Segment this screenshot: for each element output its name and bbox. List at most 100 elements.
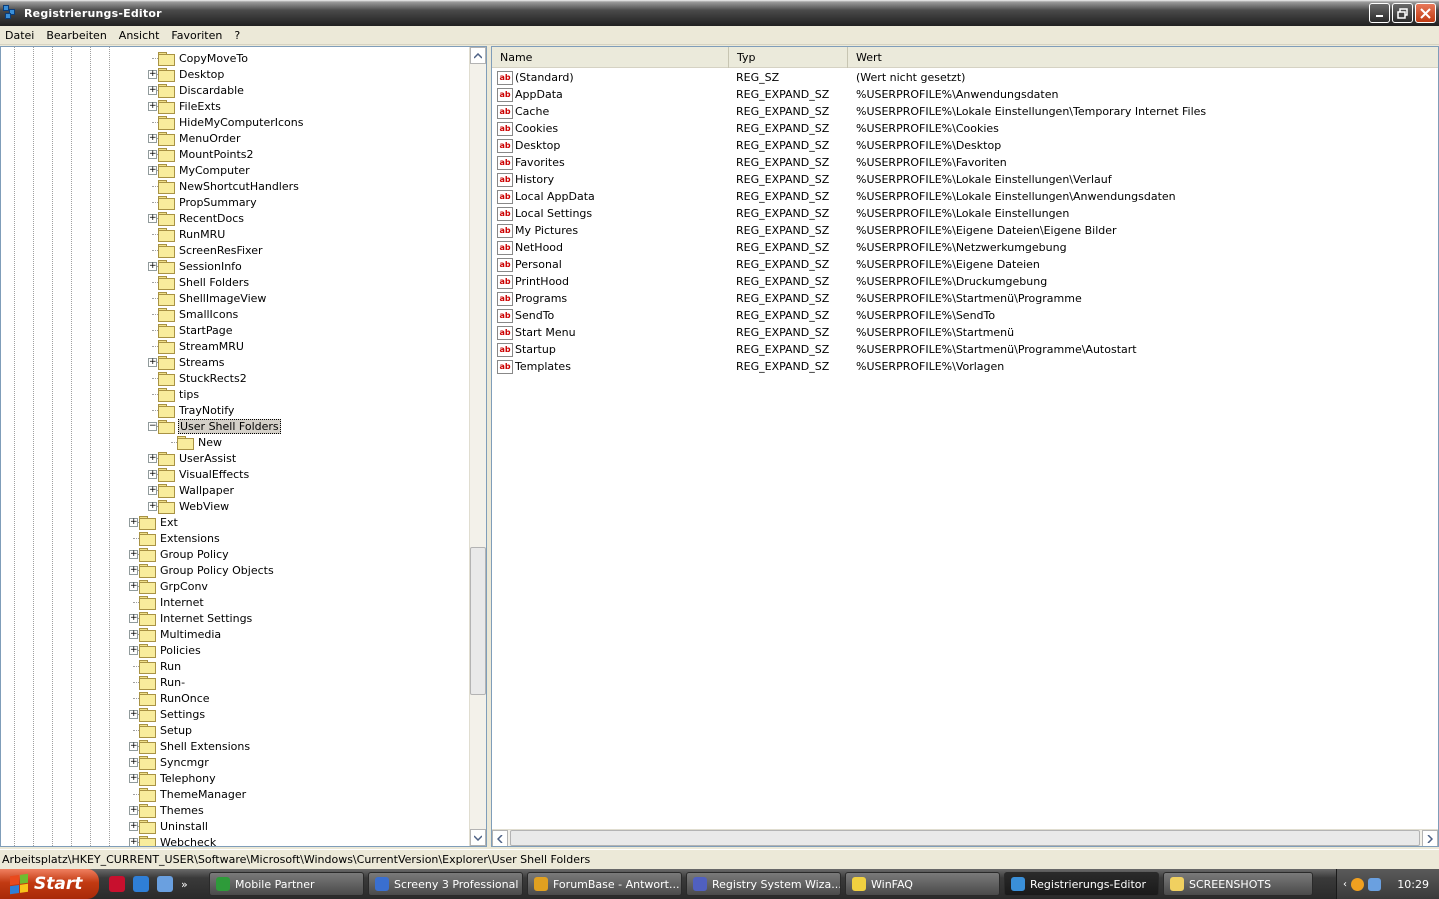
tree-item[interactable]: Webcheck — [139, 834, 217, 846]
tree-item[interactable]: MountPoints2 — [158, 146, 255, 162]
expand-icon[interactable]: + — [148, 262, 157, 271]
minimize-button[interactable] — [1369, 3, 1390, 23]
value-row[interactable]: ab (Standard) REG_SZ (Wert nicht gesetzt) — [492, 69, 965, 86]
tree-item[interactable]: Internet Settings — [139, 610, 253, 626]
tree-item[interactable]: MenuOrder — [158, 130, 241, 146]
value-row[interactable]: ab My Pictures REG_EXPAND_SZ %USERPROFILE%\… — [492, 222, 1117, 239]
tree-item[interactable]: Setup — [139, 722, 193, 738]
scroll-right-button[interactable] — [1422, 830, 1438, 846]
tray-app-icon[interactable] — [1351, 877, 1364, 891]
tree-item[interactable]: VisualEffects — [158, 466, 250, 482]
expand-icon[interactable]: + — [148, 214, 157, 223]
expand-icon[interactable]: + — [129, 630, 138, 639]
expand-icon[interactable]: + — [148, 358, 157, 367]
taskbar-button[interactable]: Screeny 3 Professional — [368, 872, 523, 896]
taskbar-button[interactable]: WinFAQ — [845, 872, 1000, 896]
value-row[interactable]: ab Local AppData REG_EXPAND_SZ %USERPROFILE… — [492, 188, 1176, 205]
tree-item[interactable]: StreamMRU — [158, 338, 245, 354]
column-header-name[interactable]: Name — [492, 47, 729, 68]
value-row[interactable]: ab PrintHood REG_EXPAND_SZ %USERPROFILE%\Dr… — [492, 273, 1047, 290]
scroll-left-button[interactable] — [492, 830, 508, 846]
tree-item[interactable]: Uninstall — [139, 818, 209, 834]
column-header-type[interactable]: Typ — [729, 47, 848, 68]
network-icon[interactable] — [157, 876, 173, 892]
scroll-down-button[interactable] — [470, 829, 486, 846]
expand-icon[interactable]: + — [129, 646, 138, 655]
expand-icon[interactable]: + — [129, 566, 138, 575]
value-row[interactable]: ab Start Menu REG_EXPAND_SZ %USERPROFILE%\S… — [492, 324, 1014, 341]
tree-item[interactable]: SmallIcons — [158, 306, 239, 322]
value-row[interactable]: ab SendTo REG_EXPAND_SZ %USERPROFILE%\SendT… — [492, 307, 995, 324]
expand-icon[interactable]: + — [129, 710, 138, 719]
expand-icon[interactable]: + — [148, 134, 157, 143]
value-row[interactable]: ab History REG_EXPAND_SZ %USERPROFILE%\Loka… — [492, 171, 1112, 188]
tree-item[interactable]: RunMRU — [158, 226, 226, 242]
value-row[interactable]: ab Programs REG_EXPAND_SZ %USERPROFILE%\Sta… — [492, 290, 1082, 307]
tree-item[interactable]: Streams — [158, 354, 226, 370]
value-row[interactable]: ab Startup REG_EXPAND_SZ %USERPROFILE%\Star… — [492, 341, 1137, 358]
expand-icon[interactable]: + — [148, 502, 157, 511]
expand-icon[interactable]: + — [148, 454, 157, 463]
tree-item[interactable]: GrpConv — [139, 578, 209, 594]
menu-bearbeiten[interactable]: Bearbeiten — [46, 29, 106, 42]
expand-icon[interactable]: + — [148, 486, 157, 495]
expand-icon[interactable]: + — [129, 806, 138, 815]
expand-icon[interactable]: + — [129, 742, 138, 751]
ie-icon[interactable] — [133, 876, 149, 892]
expand-icon[interactable]: + — [129, 774, 138, 783]
taskbar-button[interactable]: Registry System Wiza... — [686, 872, 841, 896]
expand-icon[interactable]: + — [148, 470, 157, 479]
tree-item[interactable]: PropSummary — [158, 194, 258, 210]
tree-item[interactable]: MyComputer — [158, 162, 251, 178]
expand-icon[interactable]: + — [129, 614, 138, 623]
expand-icon[interactable]: + — [129, 550, 138, 559]
value-row[interactable]: ab Desktop REG_EXPAND_SZ %USERPROFILE%\Desk… — [492, 137, 1001, 154]
tree-item[interactable]: User Shell Folders — [158, 418, 281, 434]
tree-item[interactable]: New — [177, 434, 223, 450]
tree-item[interactable]: Internet — [139, 594, 205, 610]
expand-icon[interactable]: + — [129, 582, 138, 591]
values-list[interactable]: Name Typ Wert ab (Standard) REG_SZ (Wert ni… — [491, 46, 1439, 847]
tree-item[interactable]: NewShortcutHandlers — [158, 178, 300, 194]
tree-scroll-thumb[interactable] — [470, 547, 486, 695]
tree-item[interactable]: Desktop — [158, 66, 225, 82]
menu-datei[interactable]: Datei — [5, 29, 34, 42]
value-row[interactable]: ab Templates REG_EXPAND_SZ %USERPROFILE%\Vo… — [492, 358, 1004, 375]
tree-item[interactable]: WebView — [158, 498, 230, 514]
tree-item[interactable]: HideMyComputerIcons — [158, 114, 305, 130]
collapse-icon[interactable]: − — [148, 422, 157, 431]
value-row[interactable]: ab AppData REG_EXPAND_SZ %USERPROFILE%\Anwe… — [492, 86, 1058, 103]
tree-item[interactable]: Shell Extensions — [139, 738, 251, 754]
tray-expand-icon[interactable]: ‹ — [1343, 879, 1347, 890]
tree-item[interactable]: Extensions — [139, 530, 221, 546]
menu-help[interactable]: ? — [234, 29, 240, 42]
value-row[interactable]: ab Cookies REG_EXPAND_SZ %USERPROFILE%\Cook… — [492, 120, 999, 137]
expand-icon[interactable]: + — [129, 822, 138, 831]
scroll-up-button[interactable] — [470, 47, 486, 64]
tray-network-icon[interactable] — [1368, 877, 1381, 891]
tree-item[interactable]: FileExts — [158, 98, 222, 114]
expand-icon[interactable]: + — [129, 838, 138, 846]
tree-item[interactable]: SessionInfo — [158, 258, 243, 274]
tree-item[interactable]: ShellImageView — [158, 290, 267, 306]
title-bar[interactable]: Registrierungs-Editor — [0, 0, 1439, 26]
list-horizontal-scrollbar[interactable] — [492, 829, 1438, 846]
tree-item[interactable]: Multimedia — [139, 626, 222, 642]
tree-item[interactable]: CopyMoveTo — [158, 50, 249, 66]
list-scroll-thumb[interactable] — [510, 830, 1420, 846]
taskbar-button[interactable]: SCREENSHOTS — [1163, 872, 1313, 896]
tree-item[interactable]: ScreenResFixer — [158, 242, 264, 258]
expand-icon[interactable]: + — [148, 86, 157, 95]
tree-item[interactable]: RunOnce — [139, 690, 211, 706]
tree-item[interactable]: tips — [158, 386, 200, 402]
tree-item[interactable]: Syncmgr — [139, 754, 210, 770]
tree-item[interactable]: StartPage — [158, 322, 234, 338]
tree-item[interactable]: Themes — [139, 802, 205, 818]
tree-vertical-scrollbar[interactable] — [469, 47, 486, 846]
tree-item[interactable]: Wallpaper — [158, 482, 235, 498]
tree-item[interactable]: StuckRects2 — [158, 370, 248, 386]
column-header-value[interactable]: Wert — [848, 47, 1436, 68]
value-row[interactable]: ab Personal REG_EXPAND_SZ %USERPROFILE%\Eig… — [492, 256, 1040, 273]
expand-icon[interactable]: + — [148, 102, 157, 111]
clock[interactable]: 10:29 — [1397, 878, 1429, 891]
